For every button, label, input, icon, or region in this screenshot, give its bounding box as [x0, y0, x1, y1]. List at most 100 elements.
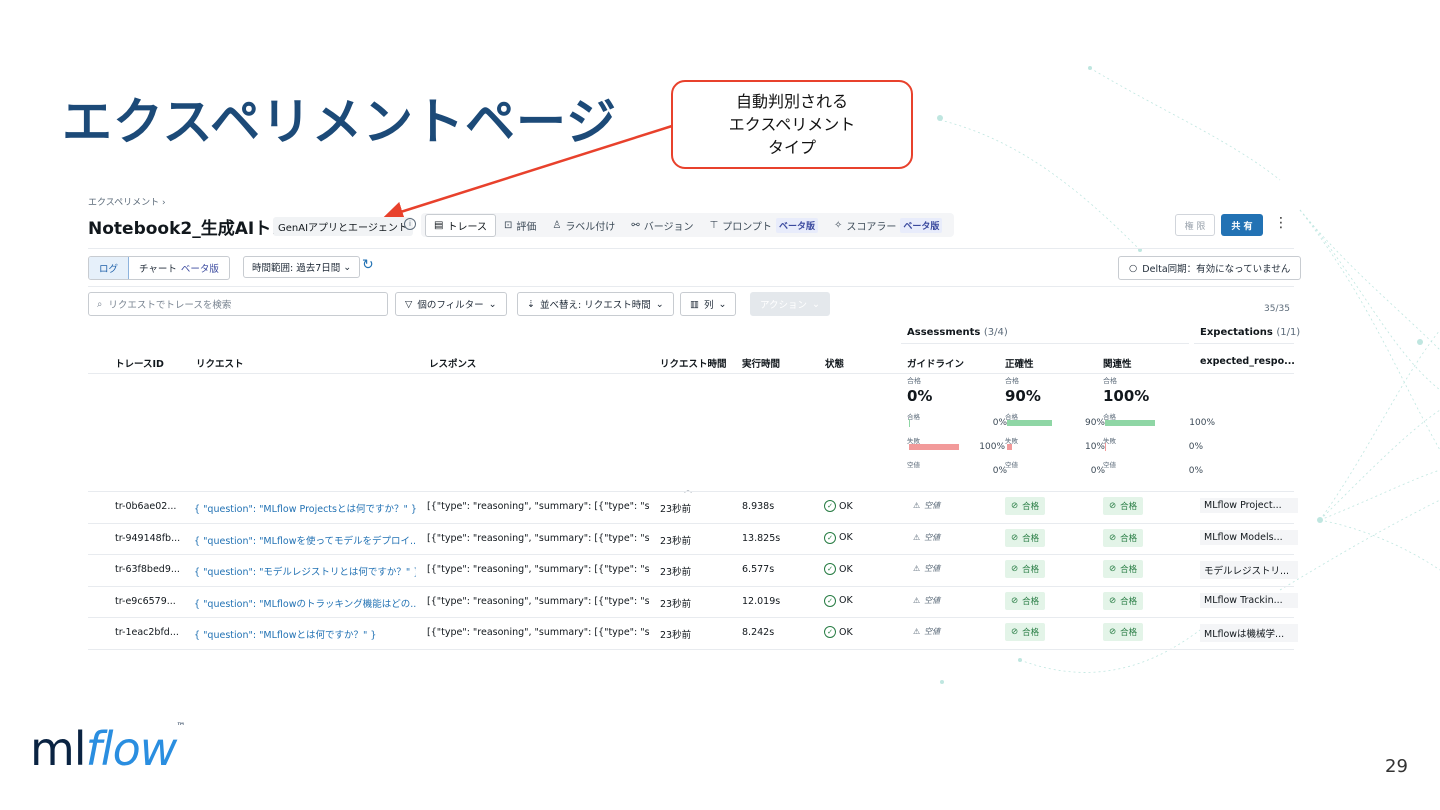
permissions-button[interactable]: 権 限 — [1175, 214, 1215, 236]
tab-versions[interactable]: ⚯ バージョン — [623, 215, 701, 236]
relevance-pass-badge[interactable]: ⊘ 合格 — [1103, 591, 1144, 610]
trace-id[interactable]: tr-0b6ae02... — [115, 501, 187, 512]
column-header-expected-response[interactable]: expected_respo... — [1200, 356, 1295, 367]
column-header-correctness[interactable]: 正確性 — [1005, 356, 1034, 370]
tab-labeling[interactable]: ♙ ラベル付け — [544, 215, 623, 236]
correctness-pass-badge[interactable]: ⊘ 合格 — [1005, 591, 1046, 610]
trace-id[interactable]: tr-949148fb... — [115, 533, 187, 544]
column-header-status[interactable]: 状態 — [825, 356, 844, 370]
column-header-guidelines[interactable]: ガイドライン — [907, 356, 964, 370]
trace-id[interactable]: tr-e9c6579... — [115, 596, 187, 607]
table-row[interactable]: tr-1eac2bfd... { "question": "MLflowとは何で… — [88, 617, 1298, 649]
sort-button[interactable]: ⇣ 並べ替え: リクエスト時間 ⌄ — [517, 292, 674, 316]
table-row[interactable]: tr-63f8bed9... { "question": "モデルレジストリとは… — [88, 554, 1298, 586]
refresh-icon[interactable]: ↻ — [362, 257, 374, 273]
expected-response-cell[interactable]: MLflow Trackin... — [1200, 592, 1298, 608]
column-header-duration[interactable]: 実行時間 — [742, 356, 780, 370]
beta-badge: ベータ版 — [900, 217, 943, 233]
list-icon: ▤ — [434, 219, 444, 231]
column-header-request-time[interactable]: リクエスト時間 — [660, 356, 727, 370]
warning-icon: ⚠ — [913, 627, 921, 636]
guideline-value: 空値 — [924, 532, 941, 542]
guideline-cell[interactable]: ⚠ 空値 — [907, 623, 946, 640]
divider — [1194, 343, 1294, 344]
relevance-value: 合格 — [1120, 596, 1138, 607]
response-cell: [{"type": "reasoning", "summary": [{"typ… — [427, 501, 649, 512]
actions-button[interactable]: アクション ⌄ — [750, 292, 830, 316]
relevance-pass-badge[interactable]: ⊘ 合格 — [1103, 623, 1144, 641]
correctness-pass-badge[interactable]: ⊘ 合格 — [1005, 560, 1046, 578]
column-header-request[interactable]: リクエスト — [196, 356, 244, 370]
correctness-pass-badge[interactable]: ⊘ 合格 — [1005, 528, 1046, 547]
correctness-pass-badge[interactable]: ⊘ 合格 — [1005, 623, 1046, 641]
filter-icon: ▽ — [405, 298, 413, 310]
pass-label: 合格 — [907, 413, 920, 421]
column-header-relevance[interactable]: 関連性 — [1103, 356, 1132, 370]
guideline-value: 空値 — [924, 595, 941, 605]
more-options-icon[interactable]: ⋮ — [1274, 215, 1288, 231]
relevance-pass-badge[interactable]: ⊘ 合格 — [1103, 560, 1144, 578]
chart-view-button[interactable]: チャート ベータ版 — [129, 257, 229, 279]
time-range-select[interactable]: 時間範囲: 過去7日間 ⌄ — [243, 256, 361, 278]
relevance-pass-badge[interactable]: ⊘ 合格 — [1103, 528, 1144, 547]
tab-prompts[interactable]: ⊤ プロンプト ベータ版 — [702, 215, 826, 236]
summary-relevance: 合格 100% 合格 100% 失敗 0% 空値 0% — [1103, 376, 1215, 483]
logo-tm: ™ — [176, 722, 185, 732]
guideline-cell[interactable]: ⚠ 空値 — [907, 497, 946, 514]
pass-row: 合格 90% — [1005, 411, 1105, 435]
info-icon[interactable]: i — [404, 218, 416, 230]
duration-cell: 12.019s — [742, 595, 781, 607]
tab-evaluation[interactable]: ⊡ 評価 — [496, 215, 544, 236]
branch-icon: ⚯ — [631, 219, 640, 231]
correctness-value: 合格 — [1022, 565, 1040, 575]
prompt-icon: ⊤ — [709, 219, 719, 231]
relevance-pass-badge[interactable]: ⊘ 合格 — [1103, 497, 1144, 515]
table-row[interactable]: tr-e9c6579... { "question": "MLflowのトラッキ… — [88, 585, 1298, 618]
column-header-trace-id[interactable]: トレースID — [115, 356, 164, 370]
sort-label: 並べ替え: リクエスト時間 — [539, 300, 651, 311]
share-button[interactable]: 共 有 — [1221, 214, 1263, 236]
actions-label: アクション — [760, 300, 808, 311]
check-circle-icon: ⊘ — [1011, 627, 1019, 637]
filter-button[interactable]: ▽ 個のフィルター ⌄ — [395, 292, 507, 316]
table-row[interactable]: tr-949148fb... { "question": "MLflowを使って… — [88, 522, 1298, 555]
expected-response-cell[interactable]: モデルレジストリ... — [1200, 561, 1298, 579]
expected-response-cell[interactable]: MLflow Project... — [1200, 498, 1298, 513]
guideline-value: 空値 — [924, 564, 941, 573]
check-circle-icon: ⊘ — [1011, 501, 1019, 511]
guideline-cell[interactable]: ⚠ 空値 — [907, 592, 946, 609]
breadcrumb[interactable]: エクスペリメント › — [88, 195, 166, 208]
guideline-cell[interactable]: ⚠ 空値 — [907, 529, 946, 546]
request-cell[interactable]: { "question": "MLflow Projectsとは何ですか？" } — [194, 501, 416, 515]
request-cell[interactable]: { "question": "MLflowのトラッキング機能はどの... — [194, 596, 416, 610]
request-cell[interactable]: { "question": "モデルレジストリとは何ですか？" } — [194, 564, 416, 578]
column-header-response[interactable]: レスポンス — [429, 356, 476, 370]
request-cell[interactable]: { "question": "MLflowを使ってモデルをデプロイ... — [194, 533, 416, 547]
search-input[interactable]: ⌕ リクエストでトレースを検索 — [88, 292, 388, 316]
request-cell[interactable]: { "question": "MLflowとは何ですか？" } — [194, 627, 416, 641]
fail-row: 失敗 10% — [1005, 435, 1105, 459]
null-row: 空値 0% — [1005, 459, 1105, 483]
trace-id[interactable]: tr-63f8bed9... — [115, 564, 187, 575]
summary-label: 合格 — [1103, 377, 1117, 385]
chevron-down-icon: ⌄ — [718, 298, 727, 310]
status-cell: ✓ OK — [824, 500, 853, 512]
columns-button[interactable]: ▥ 列 ⌄ — [680, 292, 737, 316]
table-row[interactable]: tr-0b6ae02... { "question": "MLflow Proj… — [88, 491, 1298, 523]
expected-response-cell[interactable]: MLflowは機械学... — [1200, 624, 1298, 642]
trace-id[interactable]: tr-1eac2bfd... — [115, 627, 187, 638]
bar — [1105, 420, 1155, 426]
mlflow-logo: mlflow™ — [30, 722, 185, 776]
tab-traces[interactable]: ▤ トレース — [425, 213, 496, 237]
correctness-pass-badge[interactable]: ⊘ 合格 — [1005, 497, 1046, 515]
delta-sync-button[interactable]: ○ Delta同期：有効になっていません — [1118, 256, 1302, 280]
tab-scorers[interactable]: ✧ スコアラー ベータ版 — [826, 215, 950, 236]
log-view-button[interactable]: ログ — [89, 257, 130, 279]
callout-line-3: タイプ — [767, 138, 816, 157]
correctness-value: 合格 — [1022, 628, 1040, 638]
page-number: 29 — [1385, 756, 1408, 777]
guideline-cell[interactable]: ⚠ 空値 — [907, 560, 946, 577]
status-cell: ✓ OK — [824, 594, 853, 607]
expected-response-cell[interactable]: MLflow Models... — [1200, 529, 1298, 545]
relevance-value: 合格 — [1120, 628, 1138, 638]
